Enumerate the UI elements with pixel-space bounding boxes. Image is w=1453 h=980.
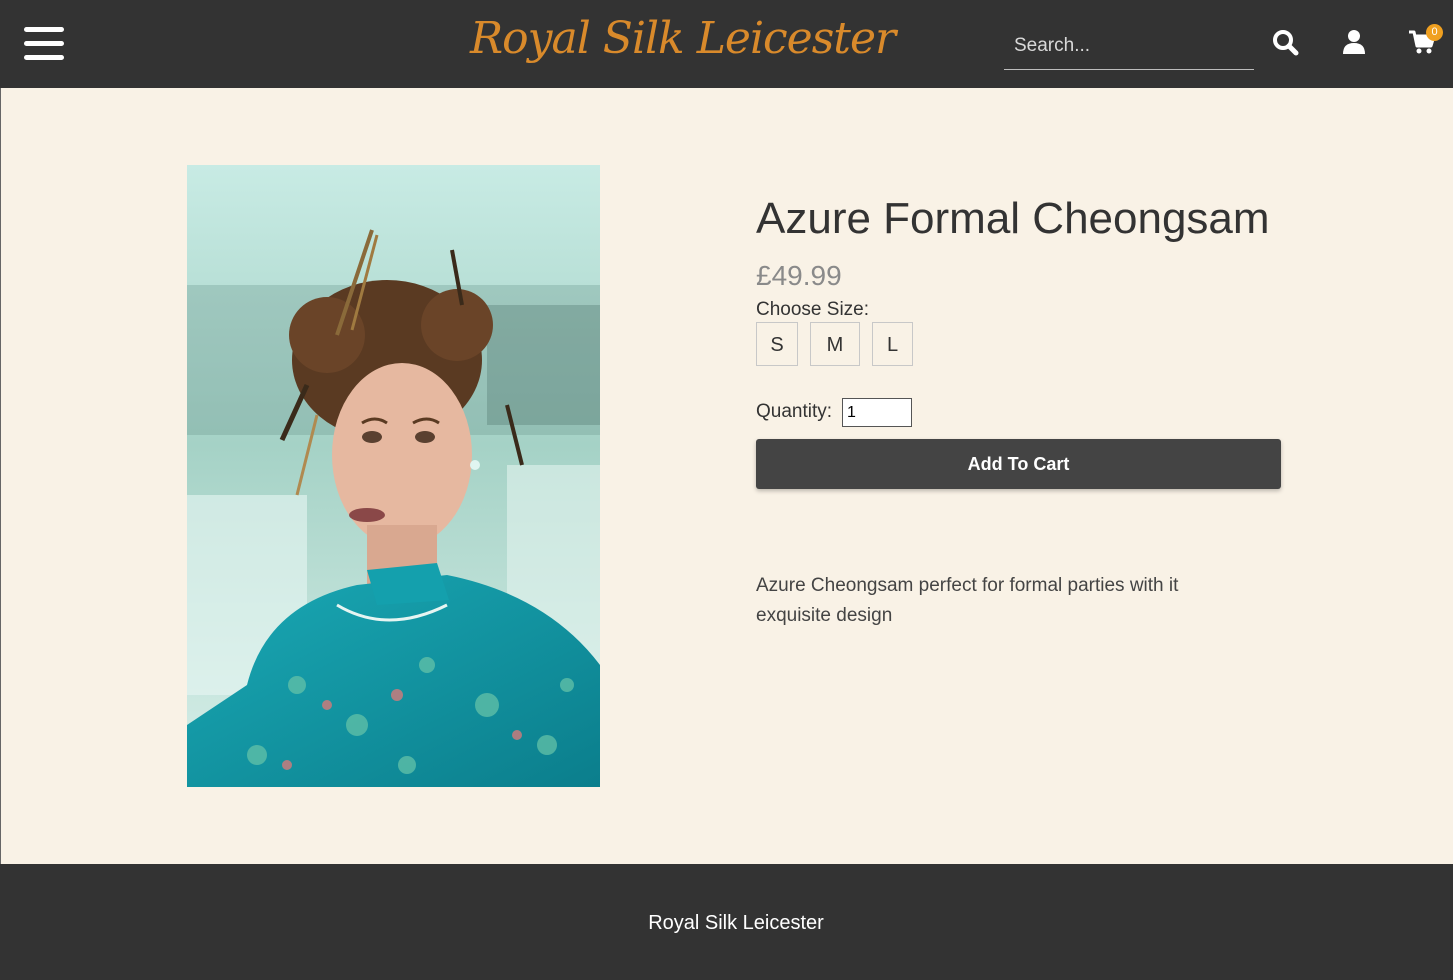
footer-brand-text: Royal Silk Leicester	[648, 912, 824, 934]
size-label: Choose Size:	[756, 299, 870, 320]
search-input[interactable]	[1004, 24, 1254, 68]
top-navigation-bar: Royal Silk Leicester 0	[0, 0, 1453, 88]
account-button[interactable]	[1340, 28, 1370, 58]
size-option-m[interactable]: M	[810, 322, 860, 366]
size-option-s[interactable]: S	[756, 322, 798, 366]
product-description: Azure Cheongsam perfect for formal parti…	[756, 575, 1179, 626]
cart-count-badge: 0	[1426, 24, 1443, 41]
user-icon	[1343, 30, 1365, 54]
menu-icon-bar	[24, 27, 64, 32]
add-to-cart-button[interactable]: Add To Cart	[756, 439, 1281, 489]
menu-icon[interactable]	[24, 27, 64, 60]
menu-icon-bar	[24, 41, 64, 46]
product-price: £49.99	[756, 260, 842, 291]
menu-icon-bar	[24, 55, 64, 60]
search-button[interactable]	[1271, 28, 1301, 58]
site-footer: Royal Silk Leicester	[0, 864, 1453, 980]
product-image	[187, 165, 600, 787]
product-title: Azure Formal Cheongsam	[756, 194, 1270, 243]
search-icon	[1273, 30, 1299, 56]
product-detail-section: Azure Formal Cheongsam £49.99 Choose Siz…	[0, 88, 1453, 864]
quantity-label: Quantity:	[756, 401, 833, 422]
size-option-l[interactable]: L	[872, 322, 913, 366]
brand-logo[interactable]: Royal Silk Leicester	[470, 4, 896, 80]
product-photo	[187, 165, 600, 787]
search-field-wrapper	[1004, 24, 1254, 70]
quantity-input[interactable]	[842, 398, 912, 427]
